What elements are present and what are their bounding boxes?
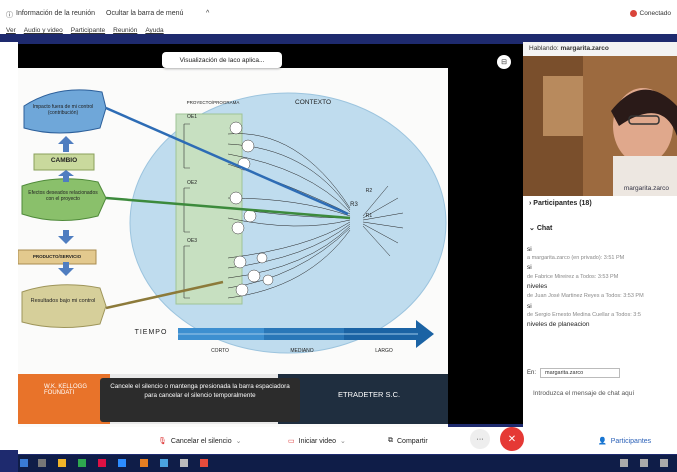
tray-icon[interactable] — [660, 459, 668, 467]
corto-label: CORTO — [211, 348, 229, 354]
tray-icon[interactable] — [640, 459, 648, 467]
app-icon[interactable] — [180, 459, 188, 467]
video-name-label: margarita.zarco — [623, 185, 669, 192]
mediano-label: MEDIANO — [290, 348, 314, 354]
speaker-video[interactable]: margarita.zarco — [523, 56, 677, 196]
chevron-down-icon: ⌄ — [529, 225, 535, 232]
chat-meta: de Fabrice Mireirez a Todos: 3:53 PM — [527, 274, 619, 280]
menu-audio-video[interactable]: Audio y video — [24, 27, 63, 39]
chat-message: si — [527, 303, 532, 310]
people-icon: 👤 — [598, 438, 607, 445]
r2-label: R2 — [365, 188, 373, 194]
chat-message: si — [527, 246, 532, 253]
chat-meta: de Sergio Ernesto Medina Cuellar a Todos… — [527, 312, 641, 318]
chevron-down-icon[interactable]: ⌄ — [340, 437, 346, 445]
speaking-indicator: Hablando: margarita.zarco — [523, 42, 677, 56]
chevron-up-icon: ^ — [206, 10, 210, 17]
video-frame — [523, 56, 677, 196]
share-view-banner[interactable]: Visualización de laco aplica... — [162, 52, 282, 68]
results-box-text: Resultados bajo mi control — [30, 298, 96, 304]
cambio-label: CAMBIO — [50, 157, 78, 164]
proyecto-label: PROYECTO/PROGRAMA — [186, 100, 240, 105]
shared-screen: PROYECTO/PROGRAMA CONTEXTO OE1 OE2 OE3 R… — [18, 44, 523, 448]
menu-ver[interactable]: Ver — [6, 27, 16, 39]
unmute-tooltip: Cancele el silencio o mantenga presionad… — [100, 378, 300, 422]
start-icon[interactable] — [20, 459, 28, 467]
kellogg-logo: W.K. KELLOGG FOUNDATI — [18, 374, 110, 424]
largo-label: LARGO — [375, 348, 393, 354]
app-icon[interactable] — [140, 459, 148, 467]
mic-off-icon: 🎙 — [158, 438, 167, 445]
folder-icon[interactable] — [58, 459, 66, 467]
oe2-label: OE2 — [186, 180, 197, 186]
tray-icon[interactable] — [620, 459, 628, 467]
participants-button[interactable]: 👤 Participantes — [598, 433, 651, 449]
chat-message: si — [527, 264, 532, 271]
start-video-button[interactable]: ▭ Iniciar video ⌄ — [288, 433, 346, 449]
connection-status: Conectado — [629, 10, 671, 17]
tiempo-label: TIEMPO — [134, 329, 168, 336]
r3-label: R3 — [350, 202, 358, 208]
chat-section[interactable]: ⌄ Chat — [523, 224, 677, 232]
chat-message: niveles — [527, 283, 548, 290]
app-window: ⓘ Información de la reunión Ocultar la b… — [0, 0, 677, 472]
search-icon[interactable] — [38, 459, 46, 467]
chevron-down-icon[interactable]: ⌄ — [236, 437, 242, 445]
producto-label: PRODUCTO/SERVICIO — [32, 254, 82, 259]
app-icon[interactable] — [98, 459, 106, 467]
windows-taskbar — [18, 455, 677, 472]
status-dot-icon — [629, 10, 637, 17]
recipient-select[interactable]: margarita.zarco — [540, 368, 621, 378]
zoom-icon[interactable] — [118, 459, 126, 467]
chat-meta: a margarita.zarco (en privado): 3:51 PM — [527, 255, 625, 261]
effects-box-text: Efectos deseados relacionados con el pro… — [28, 190, 98, 202]
menu-bar: Ver Audio y video Participante Reunión A… — [0, 27, 164, 39]
left-edge — [0, 42, 18, 450]
app-icon[interactable] — [160, 459, 168, 467]
menu-ayuda[interactable]: Ayuda — [145, 27, 163, 39]
chat-input[interactable]: Introduzca el mensaje de chat aquí — [533, 390, 634, 397]
app-icon[interactable] — [78, 459, 86, 467]
chat-recipient: En: margarita.zarco — [527, 367, 673, 379]
minimize-icon[interactable]: ⊟ — [497, 55, 511, 69]
share-icon: ⧉ — [388, 437, 393, 444]
right-panel: Hablando: margarita.zarco margarita.zarc… — [523, 42, 677, 427]
video-off-icon: ▭ — [288, 438, 295, 445]
more-button[interactable]: ··· — [470, 429, 490, 449]
unmute-button[interactable]: 🎙 Cancelar el silencio ⌄ — [158, 433, 241, 449]
chevron-right-icon: › — [529, 200, 532, 207]
oe1-label: OE1 — [186, 114, 197, 120]
menu-participante[interactable]: Participante — [71, 27, 105, 39]
etradeter-logo: ETRADETER S.C. — [278, 374, 448, 424]
hide-menu-link[interactable]: Ocultar la barra de menú — [106, 10, 183, 17]
oe3-label: OE3 — [186, 238, 197, 244]
logic-model-diagram — [18, 89, 447, 354]
chat-meta: de Juan José Martinez Reyes a Todos: 3:5… — [527, 293, 644, 299]
participants-section[interactable]: › Participantes (18) — [523, 200, 677, 207]
menu-reunion[interactable]: Reunión — [113, 27, 137, 39]
impact-box-text: Impacto fuera de mi control (contribució… — [32, 104, 94, 116]
info-icon[interactable]: ⓘ — [6, 10, 13, 20]
leave-meeting-button[interactable]: ✕ — [500, 427, 524, 451]
share-button[interactable]: ⧉ Compartir — [388, 433, 428, 449]
chat-message: niveles de planeacion — [527, 321, 590, 328]
meeting-toolbar: 🎙 Cancelar el silencio ⌄ ▭ Iniciar video… — [18, 427, 677, 454]
meeting-info-link[interactable]: Información de la reunión — [16, 10, 95, 17]
r1-label: R1 — [365, 213, 373, 219]
app-icon[interactable] — [200, 459, 208, 467]
contexto-label: CONTEXTO — [295, 99, 331, 106]
